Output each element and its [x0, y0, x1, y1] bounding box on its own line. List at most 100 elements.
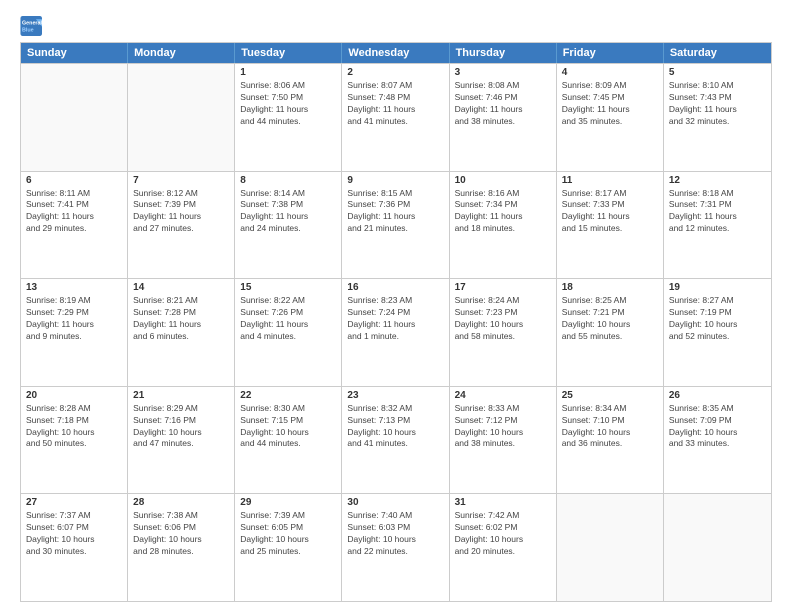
cell-info: Sunset: 7:09 PM [669, 415, 766, 427]
calendar-row-4: 20Sunrise: 8:28 AMSunset: 7:18 PMDayligh… [21, 386, 771, 494]
day-cell-18: 18Sunrise: 8:25 AMSunset: 7:21 PMDayligh… [557, 279, 664, 386]
day-number: 11 [562, 175, 658, 186]
calendar-row-2: 6Sunrise: 8:11 AMSunset: 7:41 PMDaylight… [21, 171, 771, 279]
day-cell-8: 8Sunrise: 8:14 AMSunset: 7:38 PMDaylight… [235, 172, 342, 279]
cell-info: Sunset: 7:15 PM [240, 415, 336, 427]
day-cell-30: 30Sunrise: 7:40 AMSunset: 6:03 PMDayligh… [342, 494, 449, 601]
cell-info: Sunrise: 8:10 AM [669, 80, 766, 92]
cell-daylight: and 22 minutes. [347, 546, 443, 558]
cell-daylight: and 30 minutes. [26, 546, 122, 558]
day-cell-23: 23Sunrise: 8:32 AMSunset: 7:13 PMDayligh… [342, 387, 449, 494]
calendar: SundayMondayTuesdayWednesdayThursdayFrid… [20, 42, 772, 602]
cell-info: Sunset: 7:41 PM [26, 199, 122, 211]
cell-daylight: and 50 minutes. [26, 438, 122, 450]
cell-info: Sunrise: 7:42 AM [455, 510, 551, 522]
cell-daylight: Daylight: 11 hours [455, 104, 551, 116]
day-number: 18 [562, 282, 658, 293]
day-cell-5: 5Sunrise: 8:10 AMSunset: 7:43 PMDaylight… [664, 64, 771, 171]
cell-daylight: Daylight: 11 hours [240, 319, 336, 331]
cell-daylight: and 38 minutes. [455, 116, 551, 128]
cell-info: Sunset: 7:43 PM [669, 92, 766, 104]
cell-info: Sunset: 7:12 PM [455, 415, 551, 427]
cell-daylight: and 58 minutes. [455, 331, 551, 343]
cell-info: Sunrise: 8:25 AM [562, 295, 658, 307]
cell-daylight: and 9 minutes. [26, 331, 122, 343]
cell-info: Sunrise: 8:07 AM [347, 80, 443, 92]
empty-cell [128, 64, 235, 171]
cell-info: Sunset: 7:36 PM [347, 199, 443, 211]
cell-info: Sunrise: 8:35 AM [669, 403, 766, 415]
cell-info: Sunrise: 8:17 AM [562, 188, 658, 200]
day-cell-11: 11Sunrise: 8:17 AMSunset: 7:33 PMDayligh… [557, 172, 664, 279]
cell-daylight: Daylight: 11 hours [240, 104, 336, 116]
cell-info: Sunset: 6:03 PM [347, 522, 443, 534]
cell-daylight: Daylight: 10 hours [455, 319, 551, 331]
cell-daylight: Daylight: 11 hours [347, 319, 443, 331]
cell-info: Sunrise: 8:23 AM [347, 295, 443, 307]
cell-daylight: Daylight: 11 hours [26, 319, 122, 331]
cell-info: Sunrise: 8:06 AM [240, 80, 336, 92]
day-cell-26: 26Sunrise: 8:35 AMSunset: 7:09 PMDayligh… [664, 387, 771, 494]
cell-daylight: and 21 minutes. [347, 223, 443, 235]
calendar-body: 1Sunrise: 8:06 AMSunset: 7:50 PMDaylight… [21, 63, 771, 601]
cell-info: Sunset: 7:45 PM [562, 92, 658, 104]
cell-info: Sunset: 7:21 PM [562, 307, 658, 319]
day-number: 7 [133, 175, 229, 186]
calendar-header: SundayMondayTuesdayWednesdayThursdayFrid… [21, 43, 771, 63]
cell-info: Sunrise: 8:11 AM [26, 188, 122, 200]
cell-info: Sunrise: 8:29 AM [133, 403, 229, 415]
day-cell-12: 12Sunrise: 8:18 AMSunset: 7:31 PMDayligh… [664, 172, 771, 279]
cell-daylight: Daylight: 10 hours [455, 534, 551, 546]
cell-info: Sunrise: 7:40 AM [347, 510, 443, 522]
cell-info: Sunset: 6:02 PM [455, 522, 551, 534]
cell-info: Sunset: 6:07 PM [26, 522, 122, 534]
cell-daylight: and 18 minutes. [455, 223, 551, 235]
cell-info: Sunset: 7:33 PM [562, 199, 658, 211]
day-header-monday: Monday [128, 43, 235, 63]
cell-daylight: and 32 minutes. [669, 116, 766, 128]
cell-info: Sunrise: 7:37 AM [26, 510, 122, 522]
cell-info: Sunrise: 8:32 AM [347, 403, 443, 415]
day-cell-14: 14Sunrise: 8:21 AMSunset: 7:28 PMDayligh… [128, 279, 235, 386]
day-cell-31: 31Sunrise: 7:42 AMSunset: 6:02 PMDayligh… [450, 494, 557, 601]
cell-info: Sunset: 7:24 PM [347, 307, 443, 319]
page-header: General Blue [20, 16, 772, 36]
cell-daylight: and 28 minutes. [133, 546, 229, 558]
day-number: 30 [347, 497, 443, 508]
cell-daylight: and 47 minutes. [133, 438, 229, 450]
cell-daylight: and 1 minute. [347, 331, 443, 343]
cell-info: Sunset: 6:06 PM [133, 522, 229, 534]
day-cell-9: 9Sunrise: 8:15 AMSunset: 7:36 PMDaylight… [342, 172, 449, 279]
day-cell-21: 21Sunrise: 8:29 AMSunset: 7:16 PMDayligh… [128, 387, 235, 494]
cell-daylight: and 52 minutes. [669, 331, 766, 343]
cell-info: Sunset: 7:10 PM [562, 415, 658, 427]
day-number: 3 [455, 67, 551, 78]
cell-daylight: Daylight: 10 hours [240, 534, 336, 546]
cell-info: Sunset: 7:16 PM [133, 415, 229, 427]
cell-daylight: Daylight: 11 hours [347, 104, 443, 116]
cell-info: Sunset: 7:23 PM [455, 307, 551, 319]
cell-info: Sunset: 7:18 PM [26, 415, 122, 427]
cell-daylight: Daylight: 10 hours [669, 427, 766, 439]
cell-info: Sunrise: 8:19 AM [26, 295, 122, 307]
day-header-saturday: Saturday [664, 43, 771, 63]
day-cell-20: 20Sunrise: 8:28 AMSunset: 7:18 PMDayligh… [21, 387, 128, 494]
day-number: 24 [455, 390, 551, 401]
cell-daylight: Daylight: 11 hours [133, 319, 229, 331]
cell-info: Sunrise: 8:08 AM [455, 80, 551, 92]
day-cell-22: 22Sunrise: 8:30 AMSunset: 7:15 PMDayligh… [235, 387, 342, 494]
cell-info: Sunrise: 8:33 AM [455, 403, 551, 415]
day-cell-4: 4Sunrise: 8:09 AMSunset: 7:45 PMDaylight… [557, 64, 664, 171]
cell-info: Sunset: 7:50 PM [240, 92, 336, 104]
day-number: 4 [562, 67, 658, 78]
cell-daylight: Daylight: 10 hours [455, 427, 551, 439]
day-cell-6: 6Sunrise: 8:11 AMSunset: 7:41 PMDaylight… [21, 172, 128, 279]
cell-daylight: Daylight: 10 hours [347, 427, 443, 439]
day-number: 23 [347, 390, 443, 401]
cell-daylight: Daylight: 10 hours [26, 427, 122, 439]
cell-daylight: Daylight: 10 hours [26, 534, 122, 546]
cell-info: Sunset: 7:38 PM [240, 199, 336, 211]
day-number: 28 [133, 497, 229, 508]
day-number: 2 [347, 67, 443, 78]
day-number: 8 [240, 175, 336, 186]
